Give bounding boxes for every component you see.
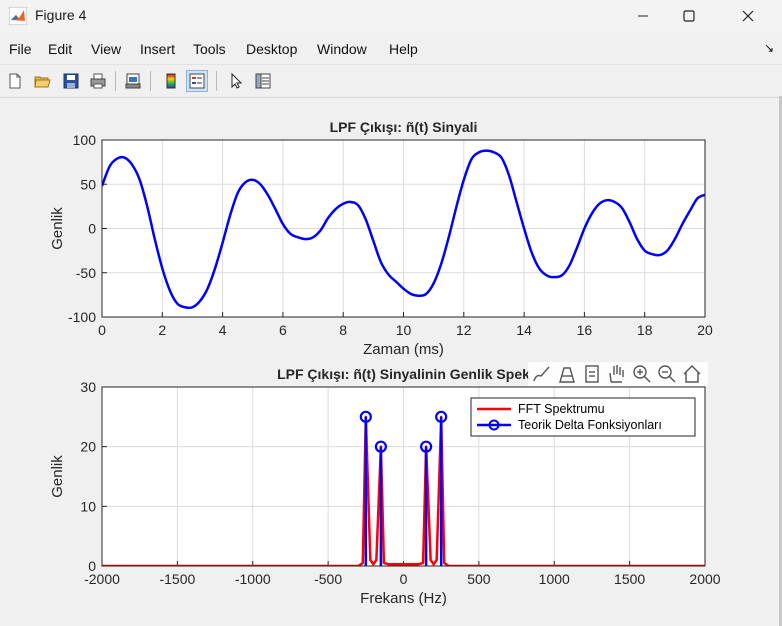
y-tick-label: 0 <box>88 558 96 574</box>
x-tick-label: 18 <box>637 322 653 338</box>
y-tick-label: 50 <box>80 176 96 192</box>
axes-title: LPF Çıkışı: ñ(t) Sinyali <box>330 119 478 135</box>
y-axis-label: Genlik <box>49 455 66 498</box>
y-tick-label: 30 <box>80 379 96 395</box>
x-tick-label: -1500 <box>159 571 195 587</box>
x-tick-label: 12 <box>456 322 472 338</box>
x-tick-label: 0 <box>98 322 106 338</box>
axes-toolbar <box>528 362 708 386</box>
y-axis-label: Genlik <box>49 207 66 250</box>
x-axis-label: Zaman (ms) <box>363 341 444 358</box>
x-tick-label: 4 <box>219 322 227 338</box>
figure-canvas: 0 2 4 6 8 10 12 14 16 18 20-100-50050100LPF Çıkışı… <box>49 119 721 607</box>
x-tick-label: 8 <box>339 322 347 338</box>
x-tick-label: 6 <box>279 322 287 338</box>
legend-label: FFT Spektrumu <box>518 402 605 416</box>
x-tick-label: 0 <box>400 571 408 587</box>
x-tick-label: 500 <box>467 571 491 587</box>
y-tick-label: 20 <box>80 439 96 455</box>
y-tick-label: 0 <box>88 221 96 237</box>
x-tick-label: 16 <box>577 322 593 338</box>
x-tick-label: 10 <box>396 322 412 338</box>
x-tick-label: -500 <box>314 571 342 587</box>
spectrum-axes[interactable]: -2000 -1500 -1000 -500 0 500 1000 1500 200001020… <box>49 366 721 607</box>
legend[interactable]: FFT Spektrumu Teorik Delta Fonksiyonları <box>470 397 696 437</box>
y-tick-label: -50 <box>76 265 96 281</box>
x-tick-label: -1000 <box>235 571 271 587</box>
signal-axes[interactable]: 0 2 4 6 8 10 12 14 16 18 20 -100 -50 0 50 100 LPF Çıkışı… <box>49 119 713 358</box>
y-tick-label: -100 <box>68 309 96 325</box>
x-tick-label: 20 <box>697 322 713 338</box>
y-tick-label: 100 <box>73 132 97 148</box>
legend-label: Teorik Delta Fonksiyonları <box>518 418 662 432</box>
axes-title: LPF Çıkışı: ñ(t) Sinyalinin Genlik Spek <box>277 366 530 382</box>
y-tick-label: 10 <box>80 498 96 514</box>
x-axis-label: Frekans (Hz) <box>360 590 447 607</box>
x-tick-label: 1500 <box>614 571 645 587</box>
x-tick-label: 14 <box>516 322 532 338</box>
x-tick-label: 2 <box>158 322 166 338</box>
x-tick-label: 1000 <box>539 571 570 587</box>
x-tick-label: 2000 <box>689 571 720 587</box>
